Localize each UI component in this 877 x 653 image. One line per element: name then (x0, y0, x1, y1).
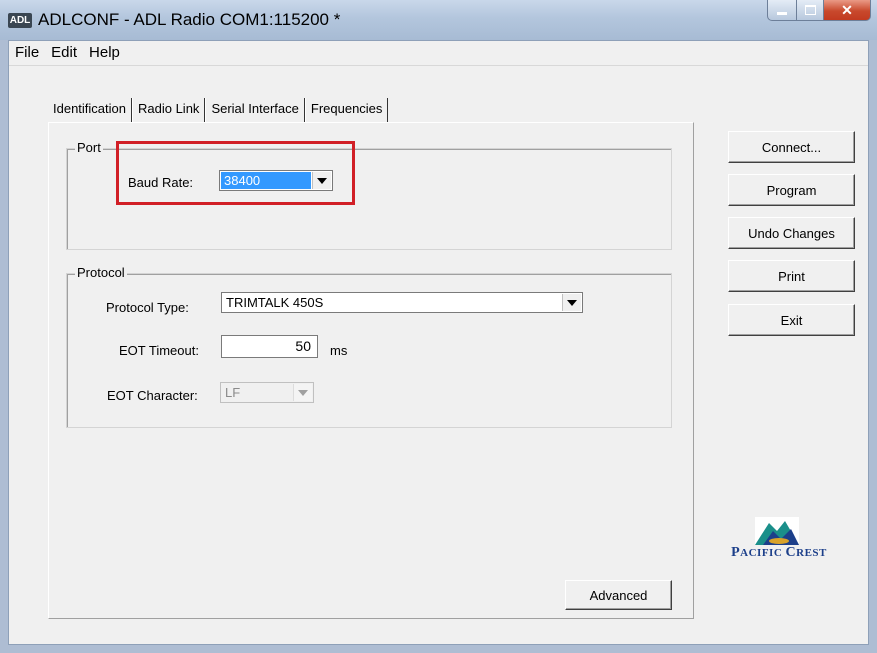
maximize-button[interactable] (797, 0, 824, 21)
eot-timeout-input[interactable]: 50 (221, 335, 318, 358)
app-icon: ADL (8, 13, 32, 28)
chevron-down-icon (298, 389, 308, 396)
application-window: ADL ADLCONF - ADL Radio COM1:115200 * ✕ … (0, 0, 877, 653)
menu-file[interactable]: File (9, 41, 45, 65)
tab-frequencies[interactable]: Frequencies (304, 98, 389, 122)
menu-bar: File Edit Help (9, 41, 868, 66)
pacific-crest-logo: PACIFIC CREST (729, 517, 829, 573)
maximize-icon (804, 5, 816, 15)
pacific-crest-mark-icon (755, 517, 799, 545)
eot-timeout-label: EOT Timeout: (119, 343, 199, 358)
chevron-down-icon (567, 299, 577, 306)
eot-character-label: EOT Character: (107, 388, 198, 403)
title-bar[interactable]: ADL ADLCONF - ADL Radio COM1:115200 * ✕ (0, 0, 877, 40)
undo-changes-button[interactable]: Undo Changes (728, 217, 855, 249)
eot-timeout-value: 50 (295, 338, 311, 354)
protocol-type-select[interactable]: TRIMTALK 450S (221, 292, 583, 313)
pacific-crest-wordmark: PACIFIC CREST (731, 545, 827, 560)
protocol-type-value: TRIMTALK 450S (226, 295, 324, 310)
window-title: ADLCONF - ADL Radio COM1:115200 * (38, 10, 341, 29)
minimize-icon (777, 11, 787, 15)
connect-button[interactable]: Connect... (728, 131, 855, 163)
protocol-type-dropdown-button[interactable] (562, 294, 581, 311)
minimize-button[interactable] (767, 0, 797, 21)
eot-character-dropdown-button[interactable] (293, 384, 312, 401)
menu-edit[interactable]: Edit (45, 41, 83, 65)
window-controls: ✕ (767, 0, 871, 22)
close-button[interactable]: ✕ (824, 0, 871, 21)
eot-timeout-unit: ms (330, 343, 348, 358)
eot-character-value: LF (225, 385, 241, 400)
protocol-type-label: Protocol Type: (106, 300, 189, 315)
print-button[interactable]: Print (728, 260, 855, 292)
tab-serial-interface[interactable]: Serial Interface (205, 98, 305, 122)
protocol-group-label: Protocol (75, 265, 127, 280)
tab-strip: Identification Radio Link Serial Interfa… (48, 98, 389, 122)
tab-radio-link[interactable]: Radio Link (132, 98, 206, 122)
logo-mark-svg (755, 521, 799, 545)
port-group-label: Port (75, 140, 103, 155)
menu-help[interactable]: Help (83, 41, 126, 65)
tab-identification[interactable]: Identification (48, 98, 132, 122)
exit-button[interactable]: Exit (728, 304, 855, 336)
advanced-button[interactable]: Advanced (565, 580, 672, 610)
eot-character-select[interactable]: LF (220, 382, 314, 403)
highlight-box (116, 141, 355, 205)
close-icon: ✕ (841, 1, 853, 18)
client-area: File Edit Help Identification Radio Link… (8, 40, 869, 645)
program-button[interactable]: Program (728, 174, 855, 206)
